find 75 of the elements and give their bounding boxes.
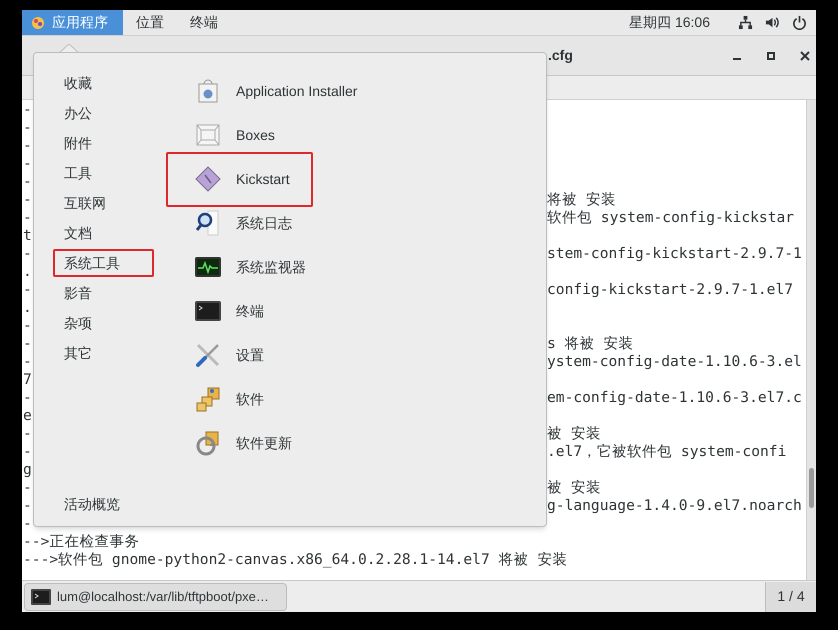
category-item[interactable]: 互联网	[53, 189, 154, 217]
terminal-line: ystem-config-date-1.10.6-3.el	[547, 353, 802, 371]
app-item[interactable]: 软件更新	[182, 423, 292, 463]
app-item[interactable]: 系统日志	[182, 203, 292, 243]
terminal-line: -	[23, 245, 32, 262]
terminal-line: -	[23, 191, 32, 208]
terminal-line: .	[23, 263, 32, 280]
terminal-line: stem-config-kickstart-2.9.7-1	[547, 245, 802, 263]
terminal-line: 软件包 system-config-kickstar	[547, 209, 794, 227]
terminal-line: 被 安装	[547, 425, 601, 443]
category-item[interactable]: 附件	[53, 129, 154, 157]
terminal-line: g-language-1.4.0-9.el7.noarch	[547, 497, 802, 515]
top-menu[interactable]: 终端	[177, 10, 231, 35]
terminal-line: -	[23, 101, 32, 118]
window-title: .cfg	[548, 46, 573, 65]
workspace-indicator[interactable]: 1 / 4	[765, 582, 816, 612]
terminal-line: -	[23, 281, 32, 298]
terminal-line: -->正在检查事务	[23, 533, 140, 551]
category-item[interactable]: 影音	[53, 279, 154, 307]
terminal-line: t	[23, 227, 32, 244]
terminal-line: -	[23, 155, 32, 172]
terminal-line: 将被 安装	[547, 191, 616, 209]
terminal-line: -	[23, 515, 32, 532]
maximize-icon[interactable]	[766, 50, 776, 60]
terminal-line: .el7，它被软件包 system-confi	[547, 443, 786, 461]
terminal-line: e	[23, 407, 32, 424]
packages-icon	[194, 385, 222, 413]
category-item[interactable]: 其它	[53, 339, 154, 367]
terminal-line: -	[23, 173, 32, 190]
network-icon[interactable]	[738, 15, 753, 30]
tools-icon	[194, 341, 222, 369]
app-item[interactable]: 设置	[182, 335, 264, 375]
app-item[interactable]: Kickstart	[182, 159, 290, 199]
terminal-line: -	[23, 479, 32, 496]
terminal-line: --->软件包 gnome-python2-canvas.x86_64.0.2.28.1-14.el7 将被 安装	[23, 551, 568, 569]
terminal-line: -	[23, 119, 32, 136]
foot-icon	[31, 16, 45, 30]
task-button[interactable]: lum@localhost:/var/lib/tftpboot/pxe…	[24, 582, 287, 610]
terminal-line: s 将被 安装	[547, 335, 634, 353]
app-item[interactable]: Boxes	[182, 115, 275, 155]
power-icon[interactable]	[792, 15, 807, 30]
terminal-line: 被 安装	[547, 479, 601, 497]
diamond-icon	[194, 165, 222, 193]
terminal-icon	[31, 588, 51, 604]
category-item[interactable]: 工具	[53, 159, 154, 187]
overview-item[interactable]: 活动概览	[53, 490, 159, 518]
scrollbar-thumb[interactable]	[809, 468, 814, 508]
category-item[interactable]: 文档	[53, 219, 154, 247]
app-item[interactable]: 终端	[182, 291, 264, 331]
terminal-line: g	[23, 461, 32, 478]
close-icon[interactable]	[800, 50, 810, 60]
terminal-line: -	[23, 443, 32, 460]
terminal-line: -	[23, 353, 32, 370]
terminal-line: -	[23, 335, 32, 352]
terminal-line: -	[23, 209, 32, 226]
terminal-line: -	[23, 425, 32, 442]
clock[interactable]: 星期四 16:06	[629, 12, 710, 33]
terminal-line: em-config-date-1.10.6-3.el7.c	[547, 389, 802, 407]
terminal-line: config-kickstart-2.9.7-1.el7	[547, 281, 794, 299]
terminal-line: -	[23, 137, 32, 154]
category-item[interactable]: 办公	[53, 99, 154, 127]
terminal-line: -	[23, 317, 32, 334]
category-item[interactable]: 杂项	[53, 309, 154, 337]
terminal-line: -	[23, 389, 32, 406]
volume-icon[interactable]	[765, 15, 780, 30]
terminal-line: -	[23, 497, 32, 514]
category-item[interactable]: 收藏	[53, 69, 154, 97]
scrollbar[interactable]	[806, 100, 816, 580]
app-item[interactable]: 软件	[182, 379, 264, 419]
terminal-line: 7	[23, 371, 32, 388]
terminal-line: .	[23, 299, 32, 316]
app-item[interactable]: 系统监视器	[182, 247, 306, 287]
category-item[interactable]: 系统工具	[53, 249, 154, 277]
app-item[interactable]: Application Installer	[182, 71, 358, 111]
top-menu[interactable]: 位置	[123, 10, 177, 35]
